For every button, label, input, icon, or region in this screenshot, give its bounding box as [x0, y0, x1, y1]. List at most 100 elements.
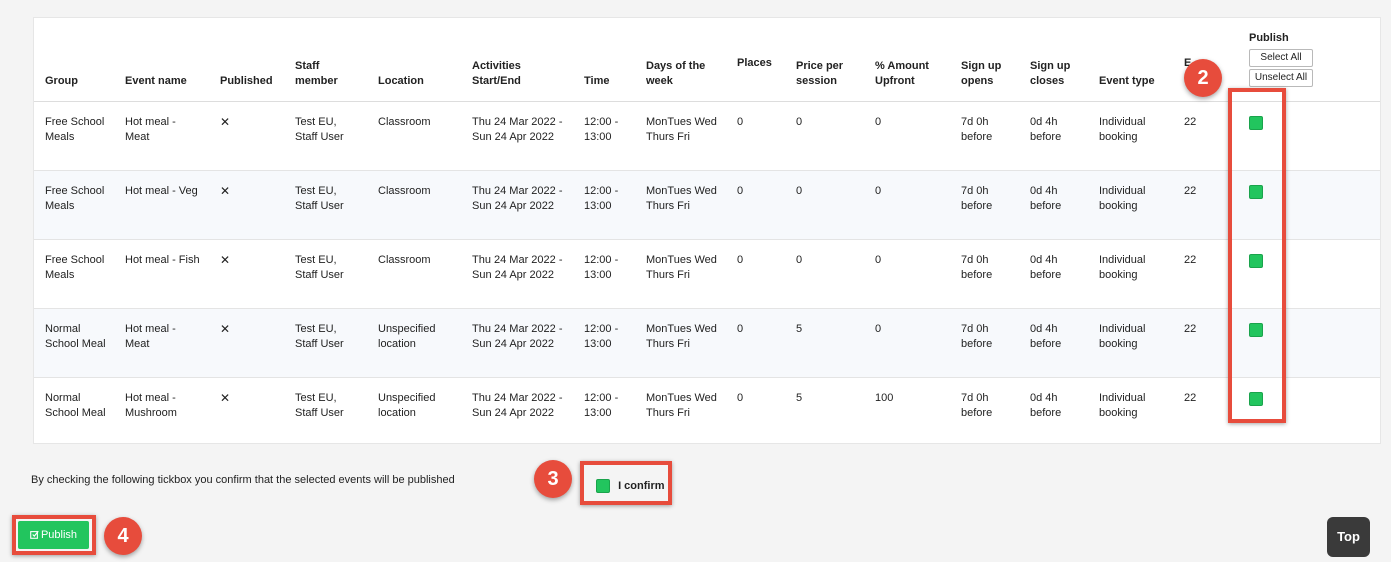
cell-location: Classroom — [367, 239, 461, 309]
cell-upfront: 0 — [864, 170, 950, 240]
cell-staff: Test EU, Staff User — [284, 101, 367, 171]
cell-location: Unspecified location — [378, 392, 436, 419]
cell-event-type: Individual booking — [1088, 170, 1173, 240]
confirm-label: I confirm — [618, 479, 665, 492]
col-header-days: Days of the week — [635, 18, 726, 102]
cell-upfront: 0 — [864, 101, 950, 171]
cell-places: 0 — [726, 239, 785, 309]
col-header-location: Location — [367, 18, 461, 102]
cell-published: ✕ — [209, 170, 284, 240]
cell-time: 12:00 - 13:00 — [573, 101, 635, 171]
col-header-time: Time — [573, 18, 635, 102]
cell-event-name: Hot meal - Mushroom — [125, 392, 177, 419]
cell-published: ✕ — [209, 239, 284, 309]
cell-days: MonTues Wed Thurs Fri — [635, 308, 726, 378]
cell-price: 0 — [785, 101, 864, 171]
cell-published: ✕ — [209, 101, 284, 171]
col-header-event-type: Event type — [1088, 18, 1173, 102]
col-header-signup-opens: Sign up opens — [950, 18, 1019, 102]
cell-event-type: Individual booking — [1088, 101, 1173, 171]
cell-signup-closes: 0d 4h before — [1019, 308, 1088, 378]
cell-group: Normal School Meal — [34, 308, 114, 378]
cell-days: MonTues Wed Thurs Fri — [635, 239, 726, 309]
cell-days: MonTues Wed Thurs Fri — [635, 101, 726, 171]
table-row: Free School Meals Hot meal - Veg ✕ Test … — [34, 170, 1380, 240]
col-header-amount-upfront: % Amount Upfront — [864, 18, 950, 102]
col-header-price: Price per session — [785, 18, 864, 102]
col-header-signup-closes: Sign up closes — [1019, 18, 1088, 102]
col-header-places: Places — [726, 18, 785, 102]
cell-event-type: Individual booking — [1099, 392, 1146, 419]
cell-upfront: 100 — [875, 392, 894, 404]
cell-days: MonTues Wed Thurs Fri — [646, 392, 717, 419]
cell-time: 12:00 - 13:00 — [584, 392, 619, 419]
cell-time: 12:00 - 13:00 — [573, 170, 635, 240]
annotation-badge-3: 3 — [534, 460, 572, 498]
select-all-button[interactable]: Select All — [1249, 49, 1313, 67]
table-header-row: Group Event name Published Staff member L… — [34, 18, 1380, 102]
publish-header-label: Publish — [1249, 32, 1289, 44]
cell-event-type: Individual booking — [1088, 308, 1173, 378]
cell-staff: Test EU, Staff User — [284, 170, 367, 240]
cell-staff: Test EU, Staff User — [295, 392, 344, 419]
cell-days: MonTues Wed Thurs Fri — [635, 170, 726, 240]
cell-event-name: Hot meal - Meat — [114, 101, 209, 171]
col-header-activities: Activities Start/End — [461, 18, 573, 102]
cell-group: Free School Meals — [34, 101, 114, 171]
confirm-checkbox[interactable] — [596, 479, 610, 493]
annotation-badge-2: 2 — [1184, 59, 1222, 97]
cell-signup-closes: 0d 4h before — [1019, 101, 1088, 171]
cell-upfront: 0 — [864, 239, 950, 309]
cell-signup-opens: 7d 0h before — [950, 101, 1019, 171]
cell-signup-opens: 7d 0h before — [961, 392, 993, 419]
cell-signup-closes: 0d 4h before — [1019, 170, 1088, 240]
cell-signup-closes: 0d 4h before — [1030, 392, 1062, 419]
confirm-description: By checking the following tickbox you co… — [31, 474, 455, 486]
unselect-all-button[interactable]: Unselect All — [1249, 69, 1313, 87]
col-header-event-name: Event name — [114, 18, 209, 102]
cell-group: Normal School Meal — [45, 392, 106, 419]
cell-upfront: 0 — [864, 308, 950, 378]
cell-dates: Thu 24 Mar 2022 - Sun 24 Apr 2022 — [461, 101, 573, 171]
confirm-checkbox-group[interactable]: I confirm — [596, 478, 665, 493]
col-header-published: Published — [209, 18, 284, 102]
cell-group: Free School Meals — [34, 239, 114, 309]
events-table-panel: Group Event name Published Staff member L… — [33, 17, 1381, 444]
cell-dates: Thu 24 Mar 2022 - Sun 24 Apr 2022 — [461, 239, 573, 309]
cell-location: Classroom — [367, 170, 461, 240]
cell-dates: Thu 24 Mar 2022 - Sun 24 Apr 2022 — [461, 170, 573, 240]
publish-button[interactable]: Publish — [18, 521, 89, 549]
cell-price: 0 — [785, 170, 864, 240]
cell-dates: Thu 24 Mar 2022 - Sun 24 Apr 2022 — [472, 392, 563, 419]
cell-published: ✕ — [209, 308, 284, 378]
cell-places: 0 — [737, 392, 744, 404]
annotation-box-publish-column — [1228, 88, 1286, 423]
col-header-group: Group — [34, 18, 114, 102]
cell-places: 0 — [726, 101, 785, 171]
back-to-top-button[interactable]: Top — [1327, 517, 1370, 557]
annotation-badge-4: 4 — [104, 517, 142, 555]
table-row: Free School Meals Hot meal - Fish ✕ Test… — [34, 239, 1380, 309]
cell-time: 12:00 - 13:00 — [573, 239, 635, 309]
cell-price: 0 — [785, 239, 864, 309]
cell-price: 5 — [785, 308, 864, 378]
table-row: Normal School Meal Hot meal - Meat ✕ Tes… — [34, 308, 1380, 378]
cell-signup-closes: 0d 4h before — [1019, 239, 1088, 309]
cell-event-type: Individual booking — [1088, 239, 1173, 309]
cell-signup-opens: 7d 0h before — [950, 239, 1019, 309]
cell-location: Unspecified location — [367, 308, 461, 378]
cell-dates: Thu 24 Mar 2022 - Sun 24 Apr 2022 — [461, 308, 573, 378]
table-row: Free School Meals Hot meal - Meat ✕ Test… — [34, 101, 1380, 171]
cell-event-name: Hot meal - Veg — [114, 170, 209, 240]
cell-staff: Test EU, Staff User — [284, 239, 367, 309]
cell-event-name: Hot meal - Meat — [114, 308, 209, 378]
events-table: Group Event name Published Staff member L… — [34, 18, 1380, 447]
cell-places: 0 — [726, 170, 785, 240]
cell-price: 5 — [796, 392, 803, 404]
cell-places: 0 — [726, 308, 785, 378]
cell-group: Free School Meals — [34, 170, 114, 240]
cell-event-name: Hot meal - Fish — [114, 239, 209, 309]
col-header-staff-member: Staff member — [284, 18, 367, 102]
publish-button-label: Publish — [40, 529, 78, 541]
cell-location: Classroom — [367, 101, 461, 171]
